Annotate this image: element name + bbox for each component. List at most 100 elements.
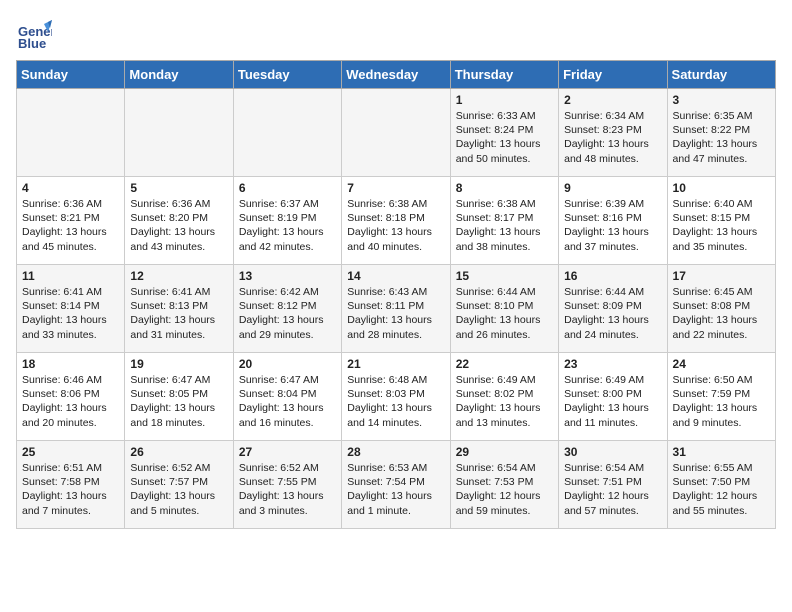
day-info: Sunset: 8:14 PM [22, 299, 119, 313]
day-info: Daylight: 13 hours and 26 minutes. [456, 313, 553, 341]
day-info: Sunset: 8:22 PM [673, 123, 770, 137]
week-row-4: 18Sunrise: 6:46 AMSunset: 8:06 PMDayligh… [17, 353, 776, 441]
day-info: Sunset: 7:57 PM [130, 475, 227, 489]
day-info: Daylight: 13 hours and 20 minutes. [22, 401, 119, 429]
day-info: Sunset: 8:15 PM [673, 211, 770, 225]
day-number: 6 [239, 181, 336, 195]
day-cell: 10Sunrise: 6:40 AMSunset: 8:15 PMDayligh… [667, 177, 775, 265]
day-cell: 1Sunrise: 6:33 AMSunset: 8:24 PMDaylight… [450, 89, 558, 177]
day-info: Sunset: 8:11 PM [347, 299, 444, 313]
day-cell: 28 Sunrise: 6:53 AMSunset: 7:54 PMDayligh… [342, 441, 450, 529]
day-info: Sunrise: 6:38 AM [456, 197, 553, 211]
day-cell: 24Sunrise: 6:50 AMSunset: 7:59 PMDayligh… [667, 353, 775, 441]
day-info: Sunset: 8:02 PM [456, 387, 553, 401]
day-info: Sunrise: 6:44 AM [456, 285, 553, 299]
day-cell: 3Sunrise: 6:35 AMSunset: 8:22 PMDaylight… [667, 89, 775, 177]
day-number: 1 [456, 93, 553, 107]
day-number: 23 [564, 357, 661, 371]
day-cell: 8 Sunrise: 6:38 AMSunset: 8:17 PMDaylight… [450, 177, 558, 265]
day-number: 21 [347, 357, 444, 371]
day-cell [342, 89, 450, 177]
calendar-table: SundayMondayTuesdayWednesdayThursdayFrid… [16, 60, 776, 529]
day-info: Sunrise: 6:53 AM [347, 461, 444, 475]
day-cell: 27Sunrise: 6:52 AMSunset: 7:55 PMDayligh… [233, 441, 341, 529]
day-info: Sunset: 8:12 PM [239, 299, 336, 313]
day-info: Sunrise: 6:54 AM [564, 461, 661, 475]
day-info: Sunrise: 6:34 AM [564, 109, 661, 123]
day-info: Sunset: 8:00 PM [564, 387, 661, 401]
day-info: Sunset: 8:13 PM [130, 299, 227, 313]
day-number: 24 [673, 357, 770, 371]
day-info: Sunset: 8:17 PM [456, 211, 553, 225]
day-info: Sunrise: 6:55 AM [673, 461, 770, 475]
day-info: Sunset: 7:59 PM [673, 387, 770, 401]
day-cell: 29 Sunrise: 6:54 AMSunset: 7:53 PMDayligh… [450, 441, 558, 529]
day-cell: 31Sunrise: 6:55 AMSunset: 7:50 PMDayligh… [667, 441, 775, 529]
day-info: Daylight: 12 hours and 59 minutes. [456, 489, 553, 517]
day-info: Daylight: 13 hours and 50 minutes. [456, 137, 553, 165]
day-info: Sunset: 8:19 PM [239, 211, 336, 225]
day-number: 12 [130, 269, 227, 283]
day-number: 28 [347, 445, 444, 459]
logo-icon: General Blue [16, 16, 52, 52]
header-cell-thursday: Thursday [450, 61, 558, 89]
day-number: 15 [456, 269, 553, 283]
day-info: Sunset: 8:08 PM [673, 299, 770, 313]
day-info: Sunrise: 6:52 AM [239, 461, 336, 475]
day-info: Sunrise: 6:37 AM [239, 197, 336, 211]
day-cell: 26Sunrise: 6:52 AMSunset: 7:57 PMDayligh… [125, 441, 233, 529]
day-info: Sunrise: 6:36 AM [22, 197, 119, 211]
day-info: Daylight: 13 hours and 14 minutes. [347, 401, 444, 429]
day-info: Daylight: 13 hours and 28 minutes. [347, 313, 444, 341]
day-info: Sunset: 7:50 PM [673, 475, 770, 489]
day-cell: 9Sunrise: 6:39 AMSunset: 8:16 PMDaylight… [559, 177, 667, 265]
day-info: Sunset: 8:10 PM [456, 299, 553, 313]
day-info: Sunset: 7:53 PM [456, 475, 553, 489]
day-cell: 30Sunrise: 6:54 AMSunset: 7:51 PMDayligh… [559, 441, 667, 529]
day-info: Daylight: 13 hours and 43 minutes. [130, 225, 227, 253]
day-info: Daylight: 13 hours and 40 minutes. [347, 225, 444, 253]
day-number: 20 [239, 357, 336, 371]
header-cell-sunday: Sunday [17, 61, 125, 89]
day-number: 8 [456, 181, 553, 195]
header-cell-friday: Friday [559, 61, 667, 89]
calendar-body: 1Sunrise: 6:33 AMSunset: 8:24 PMDaylight… [17, 89, 776, 529]
day-number: 13 [239, 269, 336, 283]
day-info: Daylight: 13 hours and 38 minutes. [456, 225, 553, 253]
day-number: 25 [22, 445, 119, 459]
day-cell [125, 89, 233, 177]
day-info: Daylight: 13 hours and 33 minutes. [22, 313, 119, 341]
day-info: Daylight: 13 hours and 1 minute. [347, 489, 444, 517]
day-info: Sunset: 8:20 PM [130, 211, 227, 225]
day-number: 4 [22, 181, 119, 195]
day-info: Sunrise: 6:39 AM [564, 197, 661, 211]
day-number: 22 [456, 357, 553, 371]
day-info: Daylight: 13 hours and 37 minutes. [564, 225, 661, 253]
day-info: Sunset: 7:54 PM [347, 475, 444, 489]
day-cell: 11 Sunrise: 6:41 AMSunset: 8:14 PMDayligh… [17, 265, 125, 353]
day-cell [233, 89, 341, 177]
header-cell-wednesday: Wednesday [342, 61, 450, 89]
day-info: Sunset: 8:21 PM [22, 211, 119, 225]
day-cell: 2Sunrise: 6:34 AMSunset: 8:23 PMDaylight… [559, 89, 667, 177]
day-number: 11 [22, 269, 119, 283]
day-info: Daylight: 13 hours and 47 minutes. [673, 137, 770, 165]
day-number: 3 [673, 93, 770, 107]
day-info: Sunset: 8:23 PM [564, 123, 661, 137]
day-number: 14 [347, 269, 444, 283]
day-info: Sunset: 7:55 PM [239, 475, 336, 489]
day-number: 17 [673, 269, 770, 283]
day-number: 9 [564, 181, 661, 195]
svg-text:Blue: Blue [18, 36, 46, 51]
day-number: 29 [456, 445, 553, 459]
day-info: Sunrise: 6:54 AM [456, 461, 553, 475]
header: General Blue [16, 16, 776, 52]
logo: General Blue [16, 16, 56, 52]
day-info: Sunrise: 6:47 AM [130, 373, 227, 387]
day-info: Sunrise: 6:49 AM [564, 373, 661, 387]
day-info: Sunrise: 6:51 AM [22, 461, 119, 475]
day-info: Daylight: 13 hours and 24 minutes. [564, 313, 661, 341]
day-info: Sunrise: 6:41 AM [22, 285, 119, 299]
day-info: Sunrise: 6:50 AM [673, 373, 770, 387]
day-info: Sunrise: 6:43 AM [347, 285, 444, 299]
